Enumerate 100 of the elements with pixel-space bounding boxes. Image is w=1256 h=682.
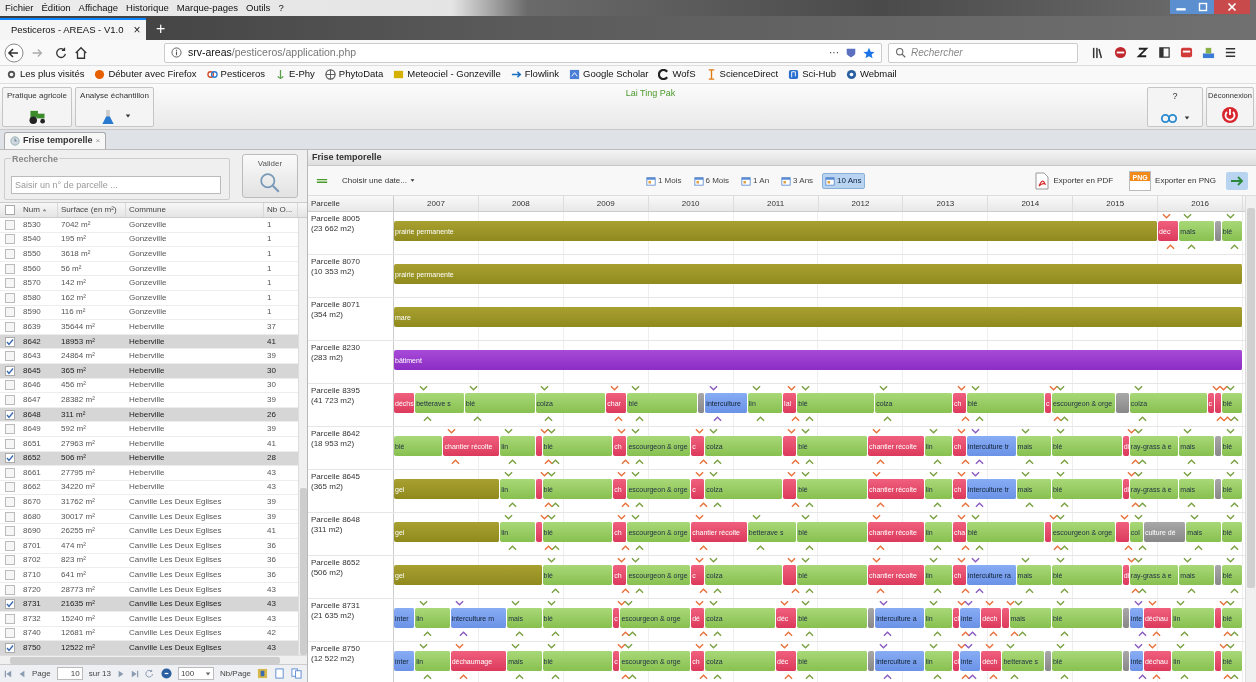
table-cell-text: 12522 m²	[60, 642, 96, 654]
table-cell-text: 12681 m²	[60, 627, 96, 640]
table-cell-text: Canville Les Deux Eglises	[128, 539, 223, 552]
table-cell-text: Heberville	[128, 423, 166, 436]
table-cell-text: 31762 m²	[60, 496, 96, 509]
zoom-button[interactable]: 3 Ans	[778, 172, 817, 189]
validate-button[interactable]: Valider	[242, 154, 298, 198]
table-cell-text: 28	[266, 452, 277, 465]
table-row[interactable]: 8661 27795 m² Heberville 43	[0, 466, 298, 481]
menu-item[interactable]: Affichage	[77, 0, 120, 16]
table-row[interactable]: 8570 142 m² Gonzeville 1	[0, 276, 298, 291]
bookmark-link[interactable]: Sci-Hub	[802, 67, 836, 82]
bookmark-link[interactable]: Les plus visités	[20, 67, 85, 82]
table-cell-text: 35644 m²	[60, 320, 96, 333]
toolbar-button[interactable]: Pratique agricole	[2, 86, 73, 127]
year-header: 2012	[818, 196, 904, 211]
table-row[interactable]: 8701 474 m² Canville Les Deux Eglises 36	[0, 539, 298, 554]
help-button[interactable]: ?	[1147, 86, 1203, 127]
url-text: srv-areas/pesticeros/application.php	[188, 44, 357, 60]
table-cell-text: 8646	[22, 379, 42, 392]
table-cell-text: Heberville	[128, 379, 166, 392]
parcel-name: Parcelle 8005	[311, 214, 361, 224]
menu-item[interactable]: ?	[277, 0, 285, 16]
bookmark-link[interactable]: Flowlink	[524, 67, 559, 82]
table-row[interactable]: 8550 3618 m² Gonzeville 1	[0, 247, 298, 262]
zoom-button[interactable]: 1 Mois	[642, 172, 685, 189]
table-row[interactable]: 8710 641 m² Canville Les Deux Eglises 36	[0, 568, 298, 583]
table-cell-text: 30	[266, 364, 277, 377]
table-cell-text: Heberville	[128, 350, 166, 363]
search-placeholder: Rechercher	[911, 46, 963, 60]
bookmark-link[interactable]: Meteociel - Gonzeville	[407, 67, 501, 82]
menu-item[interactable]: Outils	[245, 0, 272, 16]
table-cell-text: 8590	[22, 306, 42, 319]
table-row[interactable]: 8731 21635 m² Canville Les Deux Eglises 43	[0, 597, 298, 613]
table-cell-text: 43	[266, 642, 277, 654]
zoom-button[interactable]: 1 An	[738, 172, 773, 189]
menu-item[interactable]: Historique	[125, 0, 170, 16]
export-pdf-button[interactable]: Exporter en PDF	[1033, 171, 1114, 190]
bookmark-link[interactable]: E-Phy	[288, 67, 315, 82]
table-row[interactable]: 8639 35644 m² Heberville 37	[0, 320, 298, 335]
table-cell-text: 21635 m²	[60, 598, 96, 611]
table-cell-text: 1	[266, 291, 273, 304]
table-cell-text: 8642	[22, 335, 42, 348]
table-row[interactable]: 8690 26255 m² Canville Les Deux Eglises 41	[0, 524, 298, 540]
bookmark-link[interactable]: Débuter avec Firefox	[108, 67, 197, 82]
table-row[interactable]: 8732 15240 m² Canville Les Deux Eglises 43	[0, 612, 298, 627]
new-tab-button[interactable]: +	[156, 21, 166, 37]
search-field[interactable]: Rechercher	[888, 42, 1078, 63]
table-cell-text: 8550	[22, 248, 42, 260]
table-cell-text: 1	[266, 248, 273, 260]
zoom-button[interactable]: 6 Mois	[690, 172, 733, 189]
table-row[interactable]: 8750 12522 m² Canville Les Deux Eglises 43	[0, 641, 298, 655]
table-cell-text: Canville Les Deux Eglises	[128, 642, 223, 654]
parcel-area: (21 635 m2)	[311, 611, 390, 621]
parcel-area: (506 m2)	[311, 568, 390, 578]
table-cell-text: 27963 m²	[60, 437, 96, 450]
bookmark-link[interactable]: WofS	[672, 67, 696, 82]
bookmark-link[interactable]: Webmail	[859, 67, 897, 82]
table-cell-text: 8643	[22, 350, 42, 363]
bookmark-link[interactable]: Google Scholar	[583, 67, 649, 82]
page-field[interactable]: 10	[56, 667, 83, 680]
page-size-select[interactable]: 100	[177, 667, 214, 680]
column-header[interactable]: Nb O...	[264, 203, 298, 217]
table-cell-text: 36	[266, 554, 277, 567]
table-cell-text: 8652	[22, 452, 42, 465]
more-button[interactable]: ···	[829, 45, 839, 60]
bookmark-link[interactable]: Pesticeros	[220, 67, 265, 82]
table-row[interactable]: 8647 28382 m² Heberville 39	[0, 393, 298, 408]
parcel-search-field[interactable]: Saisir un n° de parcelle ...	[11, 176, 221, 194]
bookmark-link[interactable]: PhytoData	[338, 67, 384, 82]
table-cell-text: 43	[266, 481, 277, 494]
column-header[interactable]: Commune	[126, 203, 264, 217]
column-header[interactable]: Num	[20, 203, 58, 217]
table-cell-text: Gonzeville	[128, 291, 168, 304]
close-tab-button[interactable]: ×	[133, 24, 141, 36]
table-row[interactable]: 8530 7042 m² Gonzeville 1	[0, 218, 298, 233]
toolbar-button[interactable]: Analyse échantillon	[75, 86, 154, 127]
table-row[interactable]: 8649 592 m² Heberville 39	[0, 422, 298, 437]
table-row[interactable]: 8670 31762 m² Canville Les Deux Eglises 39	[0, 495, 298, 510]
table-row[interactable]: 8643 24864 m² Heberville 39	[0, 349, 298, 364]
table-cell-text: 195 m²	[60, 233, 87, 246]
table-cell-text: Heberville	[128, 393, 166, 406]
browser-tab[interactable]: Pesticeros - AREAS - V1.0 ×	[0, 18, 146, 40]
table-cell-text: 15240 m²	[60, 612, 96, 625]
menu-item[interactable]: Marque-pages	[175, 0, 240, 16]
menu-item[interactable]: Édition	[40, 0, 72, 16]
column-header: Parcelle	[308, 196, 394, 211]
parcel-name: Parcelle 8652	[311, 558, 361, 568]
table-cell-text: 18953 m²	[60, 335, 96, 348]
column-header[interactable]: Surface (en m²)	[58, 203, 126, 217]
table-cell-text: 8530	[22, 218, 42, 231]
date-picker[interactable]: Choisir une date...	[342, 174, 415, 187]
tab-title: Pesticeros - AREAS - V1.0	[11, 22, 124, 37]
table-cell-text: 39	[266, 510, 277, 523]
app-tab[interactable]: Frise temporelle ×	[4, 132, 107, 149]
address-bar[interactable]: srv-areas/pesticeros/application.php ···	[164, 42, 882, 63]
menu-item[interactable]: Fichier	[4, 0, 35, 16]
table-cell-text: 24864 m²	[60, 350, 96, 363]
bookmark-link[interactable]: ScienceDirect	[719, 67, 779, 82]
zoom-button[interactable]: 10 Ans	[822, 172, 865, 189]
